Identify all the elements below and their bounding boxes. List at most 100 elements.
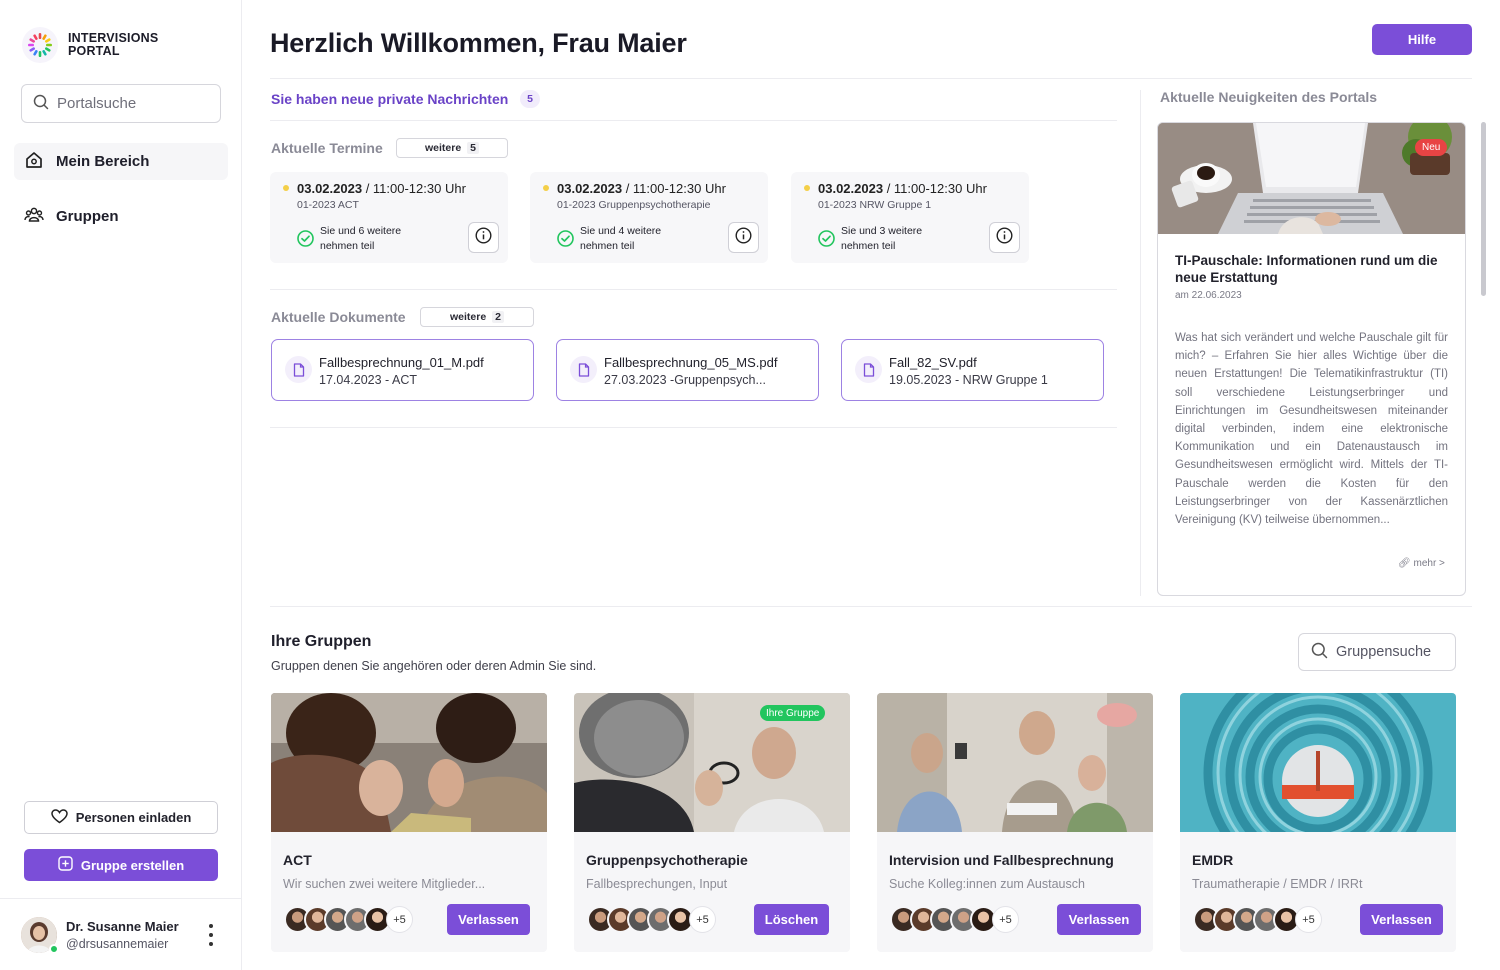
- leave-group-button[interactable]: Verlassen: [447, 904, 530, 935]
- file-icon: [285, 356, 312, 383]
- appointment-card[interactable]: 03.02.2023 / 11:00-12:30 Uhr 01-2023 Gru…: [530, 172, 768, 263]
- sidebar-item-label: Gruppen: [56, 208, 119, 225]
- sidebar-item-gruppen[interactable]: Gruppen: [14, 198, 228, 235]
- messages-count-badge: 5: [520, 90, 540, 108]
- appointment-participants: Sie und 3 weitere nehmen teil: [841, 225, 923, 252]
- appointment-date: 03.02.2023: [297, 181, 363, 196]
- document-card[interactable]: Fallbesprechnung_05_MS.pdf 27.03.2023 -G…: [556, 339, 819, 401]
- documents-heading: Aktuelle Dokumente: [271, 309, 406, 325]
- info-icon: [475, 226, 492, 249]
- logo-icon: [22, 27, 58, 63]
- portal-search-input[interactable]: Portalsuche: [21, 84, 221, 123]
- delete-group-button[interactable]: Löschen: [754, 904, 829, 935]
- appointment-datetime: 03.02.2023 / 11:00-12:30 Uhr: [297, 181, 466, 196]
- document-name: Fallbesprechnung_01_M.pdf: [319, 355, 484, 370]
- own-group-tag: Ihre Gruppe: [760, 705, 826, 721]
- group-name: EMDR: [1192, 852, 1234, 868]
- more-count: 5: [467, 142, 480, 154]
- status-dot: [804, 185, 810, 191]
- appointment-card[interactable]: 03.02.2023 / 11:00-12:30 Uhr 01-2023 ACT…: [270, 172, 508, 263]
- appointment-time: / 11:00-12:30 Uhr: [622, 181, 726, 196]
- more-members-count: +5: [689, 906, 716, 933]
- info-button[interactable]: [989, 222, 1020, 253]
- info-button[interactable]: [468, 222, 499, 253]
- news-more-link[interactable]: 🔗︎ mehr >: [1398, 558, 1445, 569]
- group-image: [877, 693, 1153, 832]
- help-button[interactable]: Hilfe: [1372, 24, 1472, 55]
- search-icon: [1311, 642, 1328, 663]
- avatar: [21, 917, 59, 954]
- group-card[interactable]: Intervision und Fallbesprechnung Suche K…: [877, 693, 1153, 952]
- search-placeholder: Portalsuche: [57, 95, 137, 112]
- logo-text: INTERVISIONS PORTAL: [68, 32, 158, 58]
- news-card[interactable]: Neu TI-Pauschale: Informationen rund um …: [1157, 122, 1466, 596]
- document-meta: 27.03.2023 -Gruppenpsych...: [604, 373, 766, 387]
- user-handle: @drsusannemaier: [66, 937, 169, 951]
- user-name: Dr. Susanne Maier: [66, 919, 179, 934]
- page-title: Herzlich Willkommen, Frau Maier: [270, 28, 687, 58]
- appointment-participants: Sie und 4 weitere nehmen teil: [580, 225, 662, 252]
- appointment-time: / 11:00-12:30 Uhr: [883, 181, 987, 196]
- group-card[interactable]: EMDR Traumatherapie / EMDR / IRRt +5 Ver…: [1180, 693, 1456, 952]
- member-avatars: +5: [587, 906, 716, 934]
- invite-people-button[interactable]: Personen einladen: [24, 801, 218, 834]
- member-avatars: +5: [1193, 906, 1322, 934]
- groups-subtitle: Gruppen denen Sie angehören oder deren A…: [271, 659, 597, 673]
- group-image: Ihre Gruppe: [574, 693, 850, 832]
- info-icon: [996, 226, 1013, 249]
- check-circle-icon: [818, 230, 835, 247]
- sidebar-item-mein-bereich[interactable]: Mein Bereich: [14, 143, 228, 180]
- more-documents-button[interactable]: weitere 2: [420, 307, 534, 327]
- appointment-datetime: 03.02.2023 / 11:00-12:30 Uhr: [818, 181, 987, 196]
- news-date: am 22.06.2023: [1175, 290, 1242, 301]
- group-card[interactable]: ACT Wir suchen zwei weitere Mitglieder..…: [271, 693, 547, 952]
- appointment-group: 01-2023 ACT: [297, 199, 359, 211]
- appointment-date: 03.02.2023: [818, 181, 884, 196]
- users-icon: [24, 205, 44, 229]
- private-messages-link[interactable]: Sie haben neue private Nachrichten: [271, 91, 508, 107]
- member-avatars: +5: [890, 906, 1019, 934]
- groups-heading: Ihre Gruppen: [271, 633, 372, 650]
- user-profile[interactable]: Dr. Susanne Maier @drsusannemaier: [0, 898, 241, 970]
- file-icon: [570, 356, 597, 383]
- member-avatars: +5: [284, 906, 413, 934]
- group-search-input[interactable]: Gruppensuche: [1298, 633, 1456, 671]
- group-description: Suche Kolleg:innen zum Austausch: [889, 877, 1085, 891]
- heart-icon: [50, 808, 68, 827]
- document-card[interactable]: Fallbesprechnung_01_M.pdf 17.04.2023 - A…: [271, 339, 534, 401]
- more-members-count: +5: [1295, 906, 1322, 933]
- divider: [270, 78, 1472, 79]
- link-icon: 🔗︎: [1398, 558, 1411, 569]
- group-image: [271, 693, 547, 832]
- leave-group-button[interactable]: Verlassen: [1360, 904, 1443, 935]
- online-status-dot: [49, 944, 59, 954]
- more-options-icon[interactable]: [204, 924, 218, 946]
- more-appointments-button[interactable]: weitere 5: [396, 138, 508, 158]
- document-card[interactable]: Fall_82_SV.pdf 19.05.2023 - NRW Gruppe 1: [841, 339, 1104, 401]
- file-icon: [855, 356, 882, 383]
- status-dot: [543, 185, 549, 191]
- more-members-count: +5: [992, 906, 1019, 933]
- leave-group-button[interactable]: Verlassen: [1057, 904, 1141, 935]
- status-dot: [283, 185, 289, 191]
- appointment-date: 03.02.2023: [557, 181, 623, 196]
- create-group-label: Gruppe erstellen: [80, 857, 185, 873]
- divider: [270, 289, 1117, 290]
- group-name: Intervision und Fallbesprechnung: [889, 852, 1114, 868]
- plus-square-icon: [58, 856, 73, 874]
- document-meta: 17.04.2023 - ACT: [319, 373, 417, 387]
- more-count: 2: [492, 311, 505, 323]
- group-card[interactable]: Ihre Gruppe Gruppenpsychotherapie Fallbe…: [574, 693, 850, 952]
- scrollbar[interactable]: [1481, 122, 1486, 296]
- check-circle-icon: [557, 230, 574, 247]
- appointment-card[interactable]: 03.02.2023 / 11:00-12:30 Uhr 01-2023 NRW…: [791, 172, 1029, 263]
- group-name: Gruppenpsychotherapie: [586, 852, 748, 868]
- portal-logo[interactable]: INTERVISIONS PORTAL: [22, 27, 158, 63]
- info-button[interactable]: [728, 222, 759, 253]
- sidebar-item-label: Mein Bereich: [56, 153, 150, 170]
- document-meta: 19.05.2023 - NRW Gruppe 1: [889, 373, 1048, 387]
- more-members-count: +5: [386, 906, 413, 933]
- invite-label: Personen einladen: [75, 810, 192, 825]
- document-name: Fall_82_SV.pdf: [889, 355, 977, 370]
- create-group-button[interactable]: Gruppe erstellen: [24, 849, 218, 881]
